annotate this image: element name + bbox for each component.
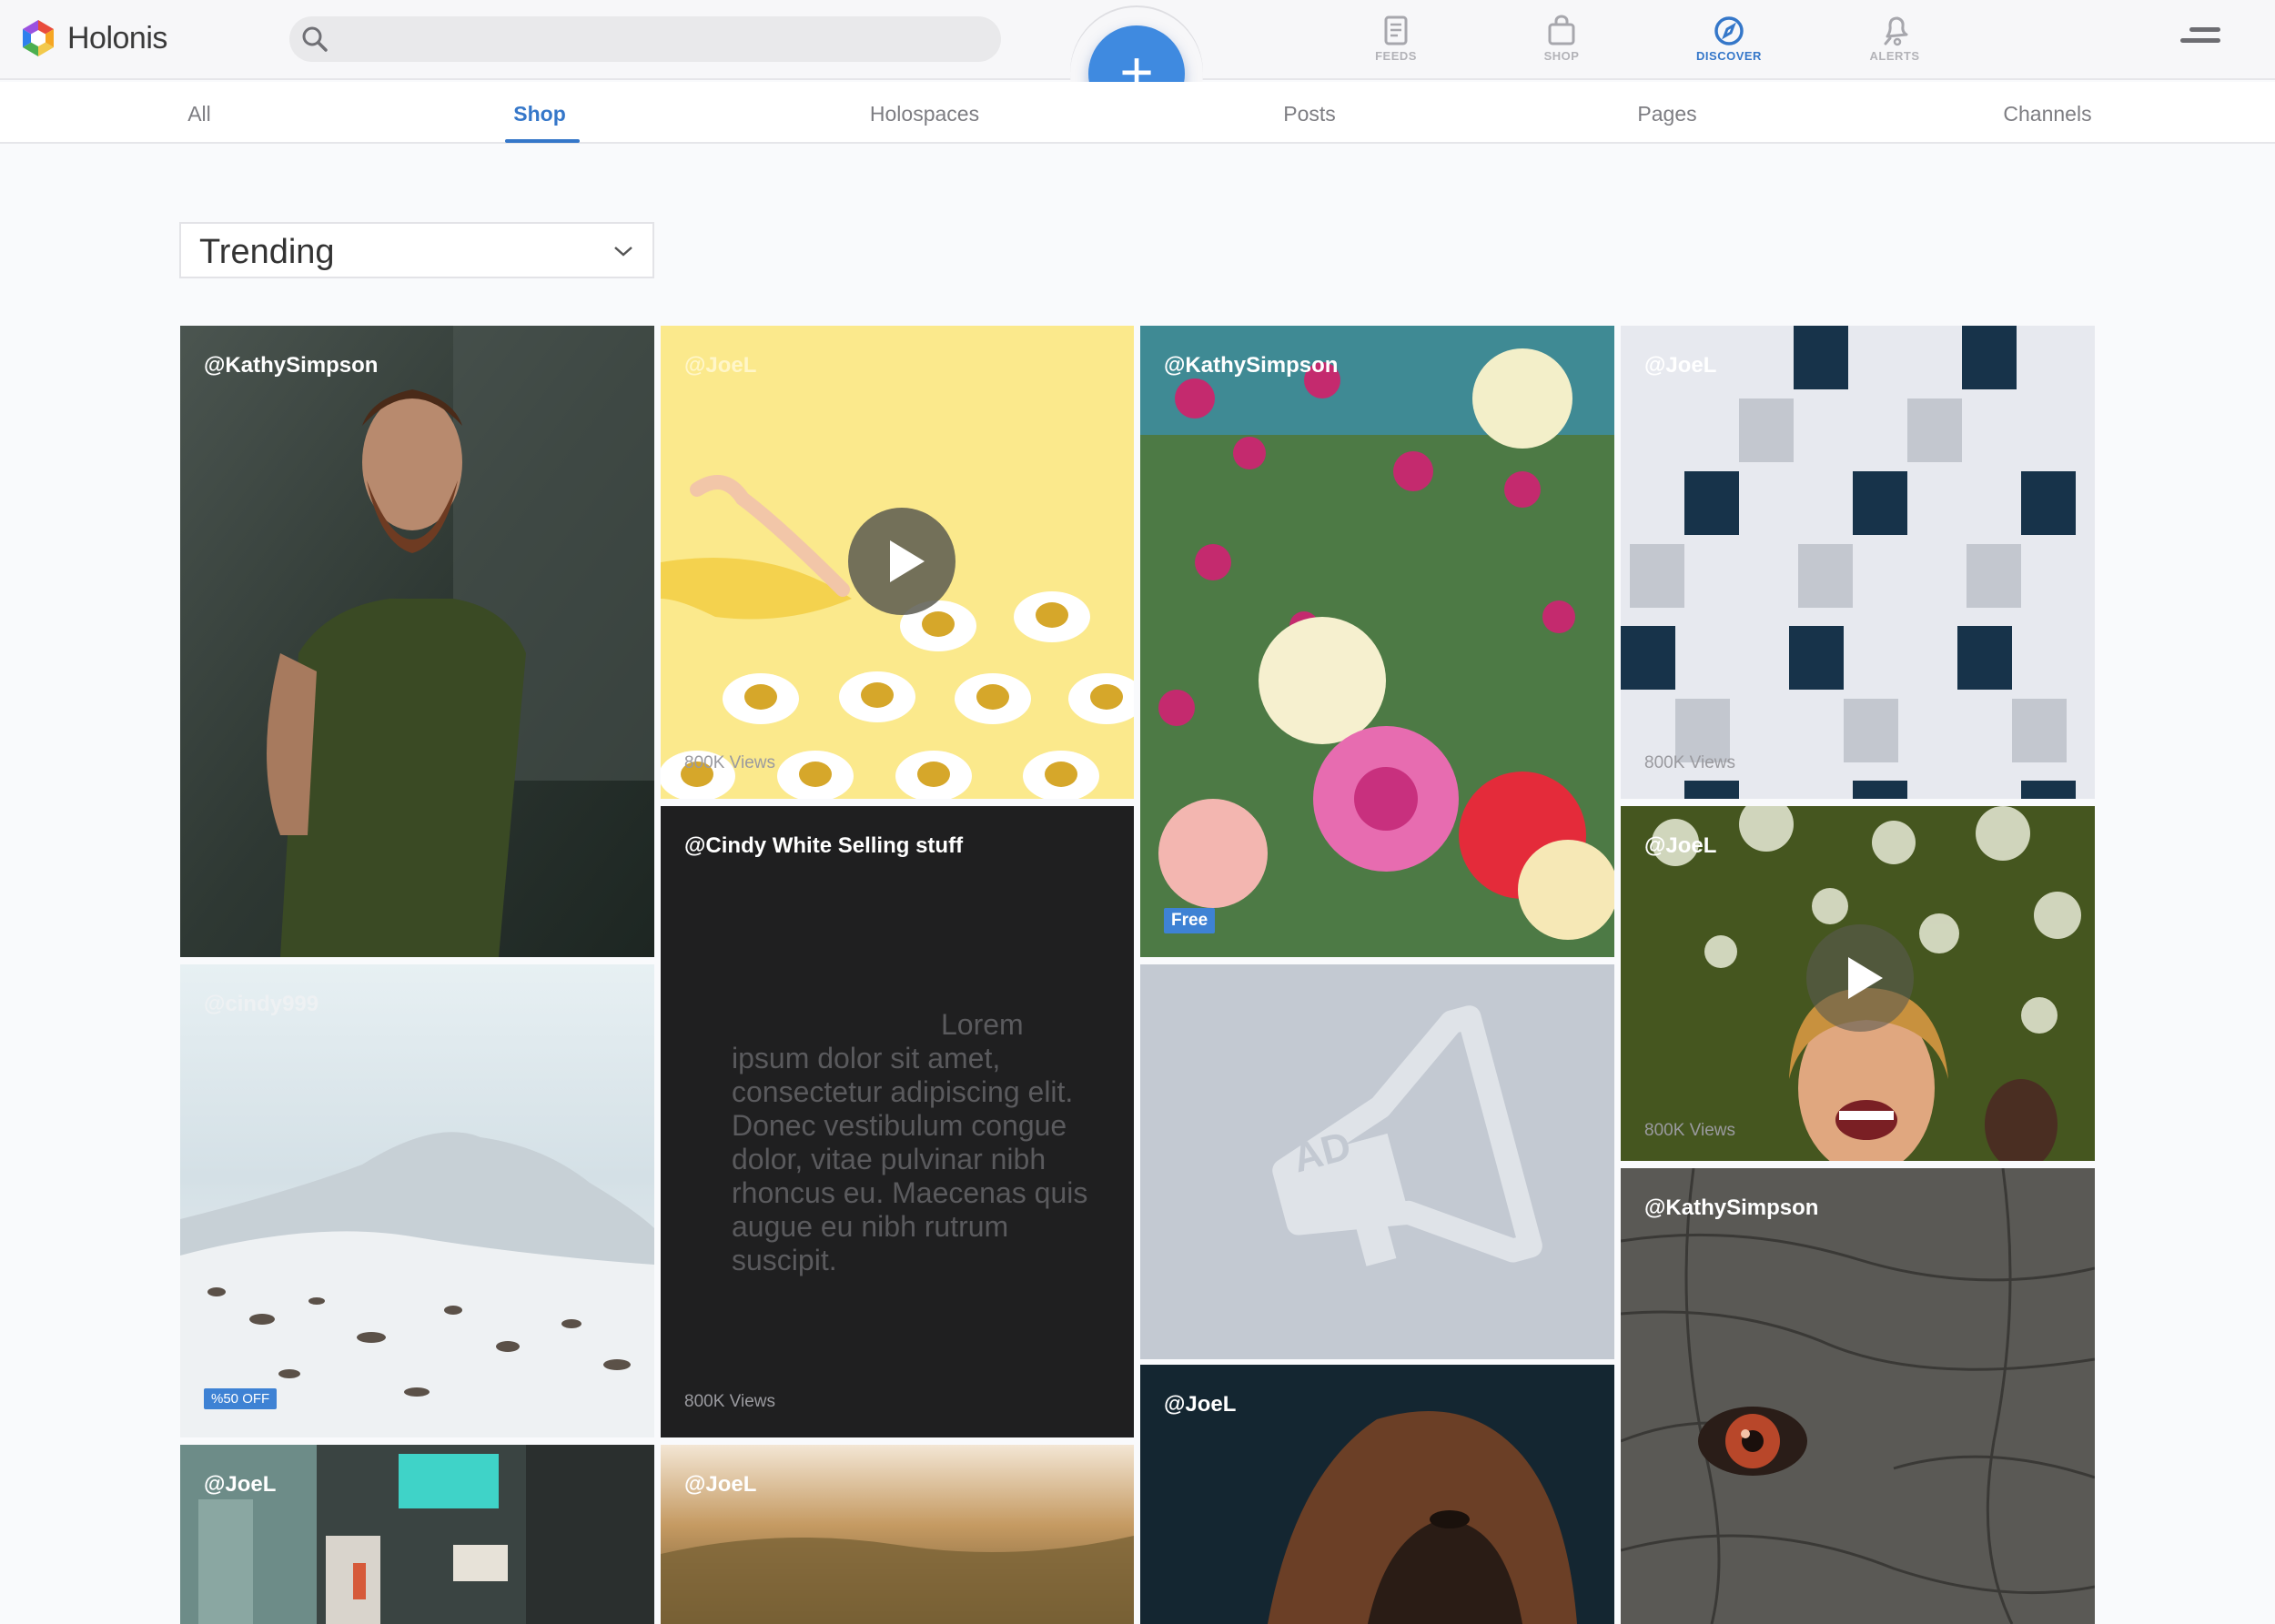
elephant-eye-photo [1621,1168,2095,1624]
feeds-icon [1384,15,1408,45]
post-author-handle[interactable]: @JoeL [1644,353,1716,378]
nav-shop[interactable]: SHOP [1507,15,1616,69]
play-button-icon[interactable] [848,508,956,615]
post-author-handle[interactable]: @Cindy White Selling stuff [684,833,963,859]
post-author-handle[interactable]: @JoeL [1644,833,1716,859]
nav-discover[interactable]: DISCOVER [1674,15,1784,69]
nav-feeds-label: FEEDS [1375,49,1417,63]
white-building-windows-photo [1621,326,2095,799]
tab-channels[interactable]: Channels [2003,102,2091,126]
post-tile-eggs-video[interactable]: @JoeL 800K Views [661,326,1134,799]
tab-all[interactable]: All [187,102,211,126]
post-author-handle[interactable]: @KathySimpson [1644,1195,1818,1221]
flowers-bouquet-photo [1140,326,1614,957]
tab-holospaces[interactable]: Holospaces [870,102,979,126]
post-tile-woman-video[interactable]: @JoeL 800K Views [1621,806,2095,1161]
app-name: Holonis [67,20,167,55]
sort-dropdown[interactable]: Trending [179,222,654,278]
post-author-handle[interactable]: @JoeL [684,353,756,378]
post-author-handle[interactable]: @JoeL [1164,1392,1236,1417]
post-tile-forest[interactable]: @JoeL [661,1445,1134,1624]
post-author-handle[interactable]: @KathySimpson [204,353,378,378]
play-button-icon[interactable] [1806,924,1914,1032]
bell-icon [1884,16,1908,46]
post-author-handle[interactable]: @JoeL [204,1472,276,1498]
view-count: 800K Views [1644,1121,1735,1140]
active-tab-indicator [505,139,580,143]
post-tile-city[interactable]: @JoeL [180,1445,654,1624]
nav-alerts-label: ALERTS [1869,49,1920,63]
tab-posts[interactable]: Posts [1283,102,1336,126]
chevron-down-icon [614,247,632,257]
view-count: 800K Views [1644,753,1735,772]
free-badge: Free [1164,908,1216,933]
ad-placeholder-tile[interactable]: AD [1140,964,1614,1359]
snowy-mountain-photo [180,964,654,1437]
post-tile-building[interactable]: @JoeL 800K Views [1621,326,2095,799]
hamburger-menu-icon[interactable] [2180,25,2220,53]
post-tile-gorilla[interactable]: @JoeL [1140,1365,1614,1624]
post-tile-elephant[interactable]: @KathySimpson [1621,1168,2095,1624]
view-count: 800K Views [684,753,775,772]
filter-tabs: All Shop Holospaces Posts Pages Channels [0,82,2275,144]
tab-shop[interactable]: Shop [513,102,566,126]
post-author-handle[interactable]: @JoeL [684,1472,756,1498]
post-tile-flowers[interactable]: @KathySimpson Free [1140,326,1614,957]
post-author-handle[interactable]: @cindy999 [204,992,318,1017]
nav-shop-label: SHOP [1543,49,1580,63]
post-tile-text[interactable]: @Cindy White Selling stuff Lorem ipsum d… [661,806,1134,1437]
discount-badge: %50 OFF [204,1388,278,1409]
post-tile-man[interactable]: @KathySimpson [180,326,654,957]
post-author-handle[interactable]: @KathySimpson [1164,353,1338,378]
search-input[interactable] [340,16,977,62]
compass-icon [1714,16,1744,45]
megaphone-ad-icon [1272,1005,1542,1266]
nav-discover-label: DISCOVER [1696,49,1762,63]
search-bar[interactable] [289,16,1001,62]
post-tile-snow[interactable]: @cindy999 %50 OFF [180,964,654,1437]
man-photo [180,326,654,957]
sort-selected-value: Trending [199,233,335,271]
tab-pages[interactable]: Pages [1637,102,1696,126]
view-count: 800K Views [684,1392,775,1411]
hexagon-logo-icon [23,20,54,56]
search-icon [302,26,328,52]
post-text-body: Lorem ipsum dolor sit amet, consectetur … [732,1008,1088,1276]
nav-feeds[interactable]: FEEDS [1341,15,1451,69]
nav-alerts[interactable]: ALERTS [1840,15,1949,69]
holonis-logo[interactable]: Holonis [18,18,167,58]
shop-bag-icon [1548,15,1575,45]
